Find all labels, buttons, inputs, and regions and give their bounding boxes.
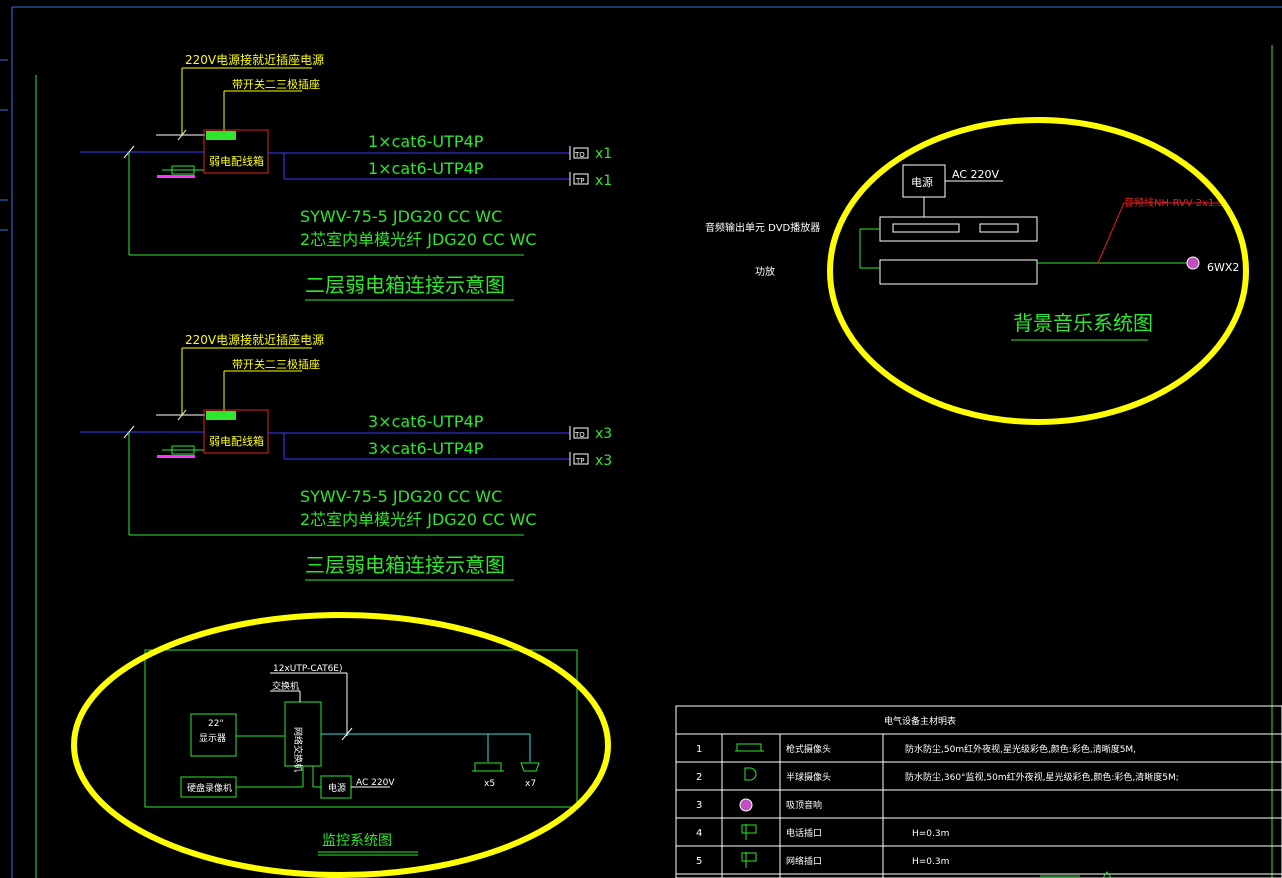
svg-text:TO: TO	[574, 431, 585, 439]
row-name: 半球摄像头	[786, 771, 831, 783]
phone-jack-icon: TP	[569, 172, 589, 186]
cable-label: 音频线NH-RVV-2x1.5	[1124, 196, 1224, 209]
dome-camera-icon	[520, 762, 540, 772]
switch-label: 交换机	[272, 680, 299, 692]
amplifier	[879, 259, 1038, 285]
power-label: 电源	[911, 175, 933, 189]
amp-label: 功放	[755, 265, 775, 278]
socket-note: 带开关二三极插座	[232, 77, 320, 91]
bullet-camera-icon	[472, 762, 504, 772]
spec-label-1: SYWV-75-5 JDG20 CC WC	[300, 207, 502, 226]
cable-label-2: 3×cat6-UTP4P	[368, 439, 484, 458]
bullet-camera-icon	[735, 743, 764, 752]
svg-text:TO: TO	[574, 151, 585, 159]
ac-label: AC 220V	[356, 778, 395, 788]
count-label-2: x3	[595, 453, 612, 469]
switch	[284, 701, 322, 767]
spec-label-2: 2芯室内单模光纤 JDG20 CC WC	[300, 230, 537, 249]
floor3-diagram: 220V电源接就近插座电源 带开关二三极插座 弱电配线箱 3×cat6-UTP4…	[80, 332, 612, 581]
svg-text:TP: TP	[575, 177, 585, 185]
count-label-1: x1	[595, 146, 612, 162]
row-no: 2	[696, 772, 702, 783]
row-no: 3	[696, 800, 702, 811]
row-no: 5	[696, 856, 702, 867]
cable-label-1: 1×cat6-UTP4P	[368, 132, 484, 151]
cable-label-1: 3×cat6-UTP4P	[368, 412, 484, 431]
row-no: 1	[696, 744, 702, 755]
power-note: 220V电源接就近插座电源	[185, 52, 324, 67]
socket-icon	[206, 131, 236, 140]
diagram-title: 监控系统图	[322, 833, 392, 849]
count-label-a: x5	[484, 779, 495, 789]
box-label: 弱电配线箱	[209, 434, 264, 448]
speaker-count: 6WX2	[1207, 261, 1239, 274]
socket-note: 带开关二三极插座	[232, 357, 320, 371]
monitor-size: 22"	[208, 719, 224, 729]
speaker-icon	[1186, 256, 1200, 270]
dome-camera-icon	[744, 767, 757, 781]
row-desc: H=0.3m	[912, 857, 949, 867]
power-note: 220V电源接就近插座电源	[185, 332, 324, 347]
monitor-label: 显示器	[199, 733, 226, 744]
count-label-2: x1	[595, 173, 612, 189]
row-name: 电话插口	[786, 827, 822, 839]
legend-title: 电气设备主材明表	[884, 715, 956, 727]
row-name: 网络插口	[786, 855, 822, 867]
phone-jack-icon: TP	[569, 452, 589, 466]
count-label-b: x7	[525, 779, 536, 789]
row-no: 4	[696, 828, 702, 839]
row-name: 枪式摄像头	[786, 743, 831, 755]
music-system-diagram: 电源 AC 220V 音频输出单元 DVD播放器 功放 音频线NH-RVV-2x…	[705, 164, 1239, 341]
player-label: 音频输出单元 DVD播放器	[705, 221, 820, 234]
nvr-label: 硬盘录像机	[187, 782, 232, 794]
count-label-1: x3	[595, 426, 612, 442]
power-label: 电源	[328, 782, 346, 794]
row-desc: H=0.3m	[912, 829, 949, 839]
legend-table: 电气设备主材明表 1 2 3 4 5 枪式摄像头 半球摄像头 吸顶音响 电话插口…	[675, 705, 1282, 878]
cable-label-2: 1×cat6-UTP4P	[368, 159, 484, 178]
box-label: 弱电配线箱	[209, 154, 264, 168]
connector-icon	[157, 165, 204, 178]
poe-label: 网络交换机	[292, 727, 304, 772]
network-jack-icon: TO	[569, 426, 589, 440]
diagram-title: 背景音乐系统图	[1013, 311, 1153, 335]
row-desc: 防水防尘,50m红外夜视,星光级彩色,颜色:彩色,清晰度5M,	[905, 743, 1136, 755]
cctv-system-diagram: 交换机 12xUTP-CAT6E) 22" 显示器 硬盘录像机 网络交换机 电源…	[144, 649, 578, 856]
row-desc: 防水防尘,360°监视,50m红外夜视,星光级彩色,颜色:彩色,清晰度5M;	[905, 771, 1179, 783]
ac-label: AC 220V	[952, 168, 1000, 181]
connector-icon	[157, 445, 204, 458]
speaker-icon	[739, 798, 753, 812]
svg-text:TP: TP	[575, 457, 585, 465]
network-jack-icon	[741, 852, 757, 868]
row-name: 吸顶音响	[786, 799, 822, 811]
diagram-title: 三层弱电箱连接示意图	[305, 553, 505, 577]
socket-icon	[206, 411, 236, 420]
phone-jack-icon	[741, 824, 757, 840]
diagram-title: 二层弱电箱连接示意图	[305, 273, 505, 297]
spec-label-2: 2芯室内单模光纤 JDG20 CC WC	[300, 510, 537, 529]
spec-label-1: SYWV-75-5 JDG20 CC WC	[300, 487, 502, 506]
highlight-music	[827, 117, 1249, 425]
bottom-marks	[1040, 871, 1112, 878]
network-jack-icon: TO	[569, 146, 589, 160]
floor2-diagram: 220V电源接就近插座电源 带开关二三极插座 弱电配线箱 1×cat6-UTP4…	[80, 52, 612, 301]
